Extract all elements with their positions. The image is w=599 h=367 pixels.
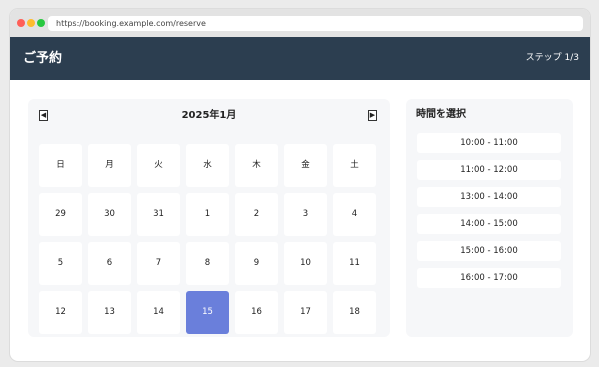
calendar-day[interactable]: 29: [39, 193, 82, 236]
close-window-button[interactable]: [17, 19, 25, 27]
calendar-day[interactable]: 2: [235, 193, 278, 236]
calendar-day[interactable]: 10: [284, 242, 327, 285]
weekday-header: 月: [88, 144, 131, 187]
calendar-day[interactable]: 7: [137, 242, 180, 285]
weekday-header: 水: [186, 144, 229, 187]
weekday-header: 木: [235, 144, 278, 187]
calendar-day[interactable]: 18: [333, 291, 376, 334]
browser-window: https://booking.example.com/reserve ご予約 …: [10, 9, 590, 361]
maximize-window-button[interactable]: [37, 19, 45, 27]
calendar-day[interactable]: 17: [284, 291, 327, 334]
time-slot-button[interactable]: 11:00 - 12:00: [417, 160, 561, 180]
calendar-day[interactable]: 16: [235, 291, 278, 334]
minimize-window-button[interactable]: [27, 19, 35, 27]
calendar-day[interactable]: 4: [333, 193, 376, 236]
page-title: ご予約: [23, 51, 63, 66]
calendar-day[interactable]: 6: [88, 242, 131, 285]
address-bar[interactable]: https://booking.example.com/reserve: [48, 16, 583, 31]
calendar-grid: 日月火水木金土 29 30 31 1 2 3 4 5 6 7 8 9 10 11 12 13 14 15 16 17 18: [39, 144, 379, 336]
time-slot-button[interactable]: 13:00 - 14:00: [417, 187, 561, 207]
app-header: ご予約 ステップ 1/3: [10, 37, 590, 80]
time-slot-button[interactable]: 14:00 - 15:00: [417, 214, 561, 234]
time-slot-button[interactable]: 15:00 - 16:00: [417, 241, 561, 261]
weekday-header: 日: [39, 144, 82, 187]
calendar-day[interactable]: 13: [88, 291, 131, 334]
step-indicator: ステップ 1/3: [525, 53, 579, 63]
month-title: 2025年1月: [181, 110, 237, 121]
weekday-header: 火: [137, 144, 180, 187]
time-slot-button[interactable]: 16:00 - 17:00: [417, 268, 561, 288]
calendar-day[interactable]: 31: [137, 193, 180, 236]
weekday-header: 金: [284, 144, 327, 187]
weekday-header: 土: [333, 144, 376, 187]
time-panel: 時間を選択 10:00 - 11:00 11:00 - 12:00 13:00 - …: [406, 99, 573, 337]
calendar-day[interactable]: 14: [137, 291, 180, 334]
next-month-button[interactable]: ▶: [368, 110, 377, 121]
calendar-day[interactable]: 30: [88, 193, 131, 236]
time-panel-heading: 時間を選択: [416, 109, 466, 120]
calendar-day-selected[interactable]: 15: [186, 291, 229, 334]
chevron-right-icon: ▶: [369, 112, 376, 119]
calendar-panel: ◀ 2025年1月 ▶ 日月火水木金土 29 30 31 1 2 3 4 5 6 7 8 9 10 11 12…: [28, 99, 390, 337]
calendar-day[interactable]: 11: [333, 242, 376, 285]
calendar-day[interactable]: 3: [284, 193, 327, 236]
calendar-day[interactable]: 9: [235, 242, 278, 285]
calendar-day[interactable]: 5: [39, 242, 82, 285]
browser-chrome: https://booking.example.com/reserve: [10, 9, 590, 37]
calendar-day[interactable]: 8: [186, 242, 229, 285]
time-slot-button[interactable]: 10:00 - 11:00: [417, 133, 561, 153]
calendar-day[interactable]: 12: [39, 291, 82, 334]
calendar-day[interactable]: 1: [186, 193, 229, 236]
